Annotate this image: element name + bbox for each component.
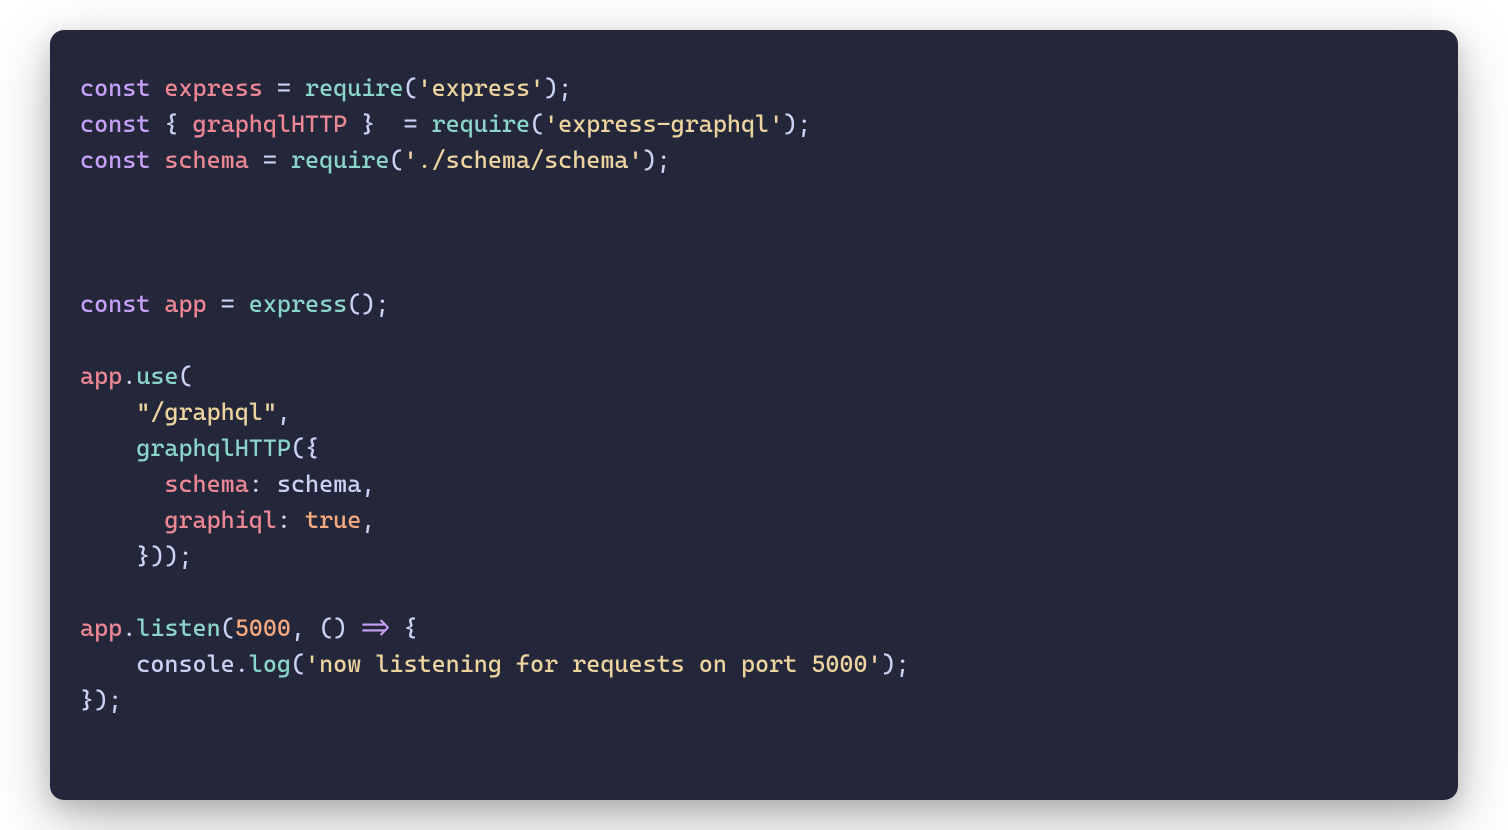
code-panel: const express = require('express'); cons… (50, 30, 1458, 800)
punct-dot: . (122, 614, 136, 642)
string-log-msg: 'now listening for requests on port 5000… (305, 650, 882, 678)
string-schema-path: './schema/schema' (403, 146, 642, 174)
punct-comma: , (277, 398, 291, 426)
punct-closebrace-paren: })); (136, 542, 192, 570)
space (150, 146, 164, 174)
punct-openparen: ( (530, 110, 544, 138)
func-express-call: express (249, 290, 347, 318)
punct-openparen: ( (347, 290, 361, 318)
punct-closeparen: ) (783, 110, 797, 138)
punct-semicolon: ; (797, 110, 811, 138)
func-require: require (291, 146, 389, 174)
punct-eq: = (207, 290, 249, 318)
number-port: 5000 (235, 614, 291, 642)
method-log: log (249, 650, 291, 678)
string-express-graphql: 'express-graphql' (544, 110, 783, 138)
punct-openparen: ( (178, 362, 192, 390)
keyword-const: const (80, 290, 150, 318)
punct-openparen: ( (291, 434, 305, 462)
indent (80, 506, 164, 534)
space (150, 290, 164, 318)
ident-express: express (164, 74, 262, 102)
arrow: => (347, 614, 403, 642)
punct-closeparen: ) (361, 290, 375, 318)
punct-openbrace: { (403, 614, 417, 642)
punct-semicolon: ; (375, 290, 389, 318)
punct-colon: : (277, 506, 305, 534)
string-express: 'express' (418, 74, 545, 102)
punct-openparen: ( (389, 146, 403, 174)
indent (80, 398, 136, 426)
keyword-const: const (80, 74, 150, 102)
string-graphql-route: "/graphql" (136, 398, 277, 426)
punct-colon: : (249, 470, 277, 498)
punct-eq: = (249, 146, 291, 174)
punct-comma: , (291, 614, 305, 642)
punct-semicolon: ; (896, 650, 910, 678)
punct-destruct-close: } (347, 110, 389, 138)
punct-eq: = (263, 74, 305, 102)
ref-schema: schema (277, 470, 361, 498)
keyword-const: const (80, 146, 150, 174)
indent (80, 470, 164, 498)
func-require: require (305, 74, 403, 102)
punct-openbrace: { (305, 434, 319, 462)
punct-closeparen: ) (643, 146, 657, 174)
keyword-const: const (80, 110, 150, 138)
punct-semicolon: ; (657, 146, 671, 174)
punct-closeparen: ) (544, 74, 558, 102)
punct-dot: . (235, 650, 249, 678)
punct-openparen: ( (221, 614, 235, 642)
func-require: require (432, 110, 530, 138)
punct-dot: . (122, 362, 136, 390)
punct-closeparen: ) (882, 650, 896, 678)
ident-schema: schema (164, 146, 248, 174)
punct-eq: = (389, 110, 431, 138)
obj-app: app (80, 614, 122, 642)
indent (80, 542, 136, 570)
punct-destruct-open: { (150, 110, 192, 138)
indent (80, 434, 136, 462)
method-use: use (136, 362, 178, 390)
punct-comma: , (361, 506, 375, 534)
punct-openparen: ( (291, 650, 305, 678)
method-listen: listen (136, 614, 220, 642)
code-block: const express = require('express'); cons… (80, 70, 1428, 718)
prop-schema: schema (164, 470, 248, 498)
punct-comma: , (361, 470, 375, 498)
punct-semicolon: ; (558, 74, 572, 102)
indent (80, 650, 136, 678)
bool-true: true (305, 506, 361, 534)
obj-console: console (136, 650, 234, 678)
ident-app: app (164, 290, 206, 318)
space (150, 74, 164, 102)
func-graphqlhttp-call: graphqlHTTP (136, 434, 291, 462)
prop-graphiql: graphiql (164, 506, 277, 534)
punct-closeparen: ) (333, 614, 347, 642)
punct-end-fn: }); (80, 686, 122, 714)
punct-openparen: ( (319, 614, 333, 642)
space (305, 614, 319, 642)
ident-graphqlhttp: graphqlHTTP (193, 110, 348, 138)
obj-app: app (80, 362, 122, 390)
punct-openparen: ( (403, 74, 417, 102)
